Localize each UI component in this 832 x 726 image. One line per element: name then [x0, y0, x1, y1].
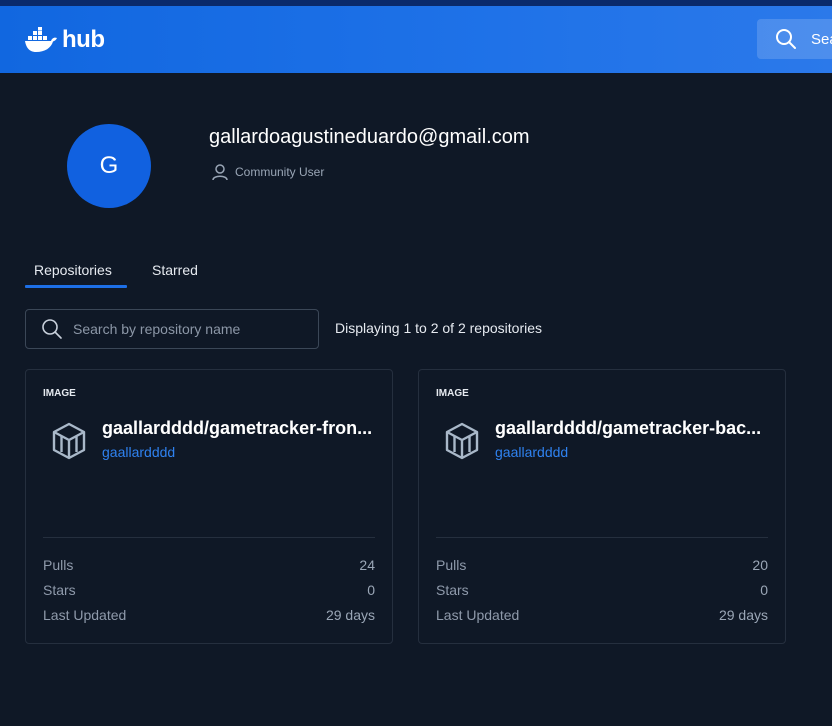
- stat-label: Stars: [436, 582, 469, 598]
- search-icon: [776, 29, 796, 49]
- profile-email: gallardoagustineduardo@gmail.com: [209, 126, 530, 148]
- repo-name[interactable]: gaallardddd/gametracker-bac...: [495, 418, 761, 439]
- stat-label: Last Updated: [436, 607, 520, 623]
- global-search-button[interactable]: Sea: [757, 19, 832, 59]
- card-divider: [436, 537, 768, 538]
- stat-value: 20: [752, 557, 768, 573]
- stat-value: 24: [359, 557, 375, 573]
- tab-starred[interactable]: Starred: [152, 262, 198, 278]
- repo-type-label: IMAGE: [436, 388, 469, 399]
- search-icon: [42, 319, 62, 339]
- stat-label: Pulls: [436, 557, 467, 573]
- last-updated-stat: Last Updated 29 days: [43, 607, 375, 623]
- cube-icon: [52, 422, 86, 460]
- repository-card[interactable]: IMAGE gaallardddd/gametracker-bac... gaa…: [418, 369, 786, 644]
- stat-value: 0: [760, 582, 768, 598]
- docker-whale-icon: [25, 27, 57, 52]
- stat-value: 29 days: [325, 607, 375, 623]
- docker-hub-logo[interactable]: hub: [24, 26, 105, 54]
- stat-value: 0: [367, 582, 375, 598]
- tab-repositories[interactable]: Repositories: [34, 262, 112, 278]
- active-tab-indicator: [25, 285, 127, 288]
- repo-owner-link[interactable]: gaallardddd: [495, 444, 568, 460]
- card-divider: [43, 537, 375, 538]
- cube-icon: [445, 422, 479, 460]
- stat-label: Stars: [43, 582, 76, 598]
- repo-owner-link[interactable]: gaallardddd: [102, 444, 175, 460]
- stat-label: Last Updated: [43, 607, 127, 623]
- search-placeholder: Search by repository name: [73, 321, 241, 337]
- stars-stat: Stars 0: [436, 582, 768, 598]
- user-type-label: Community User: [235, 165, 325, 179]
- results-count: Displaying 1 to 2 of 2 repositories: [335, 320, 542, 336]
- last-updated-stat: Last Updated 29 days: [436, 607, 768, 623]
- pulls-stat: Pulls 24: [43, 557, 375, 573]
- repo-name[interactable]: gaallardddd/gametracker-fron...: [102, 418, 372, 439]
- avatar-letter: G: [99, 152, 119, 179]
- global-search-text: Sea: [811, 30, 832, 48]
- pulls-stat: Pulls 20: [436, 557, 768, 573]
- repository-search-input[interactable]: Search by repository name: [25, 309, 319, 349]
- logo-text: hub: [62, 26, 105, 53]
- repo-type-label: IMAGE: [43, 388, 76, 399]
- avatar: G: [67, 124, 151, 208]
- repository-card[interactable]: IMAGE gaallardddd/gametracker-fron... ga…: [25, 369, 393, 644]
- top-header: hub Sea: [0, 6, 832, 73]
- stars-stat: Stars 0: [43, 582, 375, 598]
- stat-value: 29 days: [718, 607, 768, 623]
- stat-label: Pulls: [43, 557, 74, 573]
- user-type: Community User: [211, 163, 324, 181]
- user-icon: [212, 164, 228, 181]
